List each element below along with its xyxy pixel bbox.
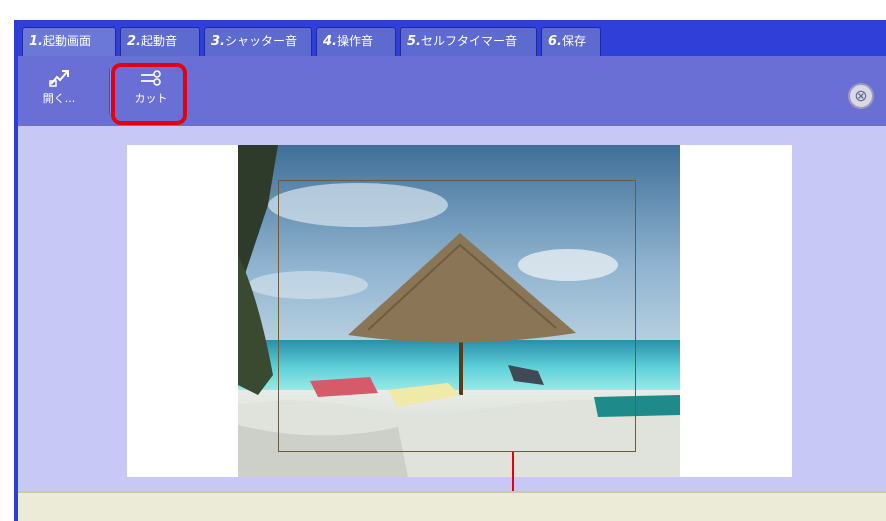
open-label: 開く... [42, 92, 76, 105]
tab-number: 4. [323, 34, 337, 49]
tab-label: 起動音 [140, 34, 177, 48]
tab-operation-sound[interactable]: 4.操作音 [316, 27, 396, 56]
tab-startup-sound[interactable]: 2.起動音 [120, 27, 200, 56]
tab-label: 保存 [561, 34, 586, 48]
tab-startup-screen[interactable]: 1.起動画面 [22, 27, 116, 56]
close-button[interactable]: ⊗ [848, 83, 874, 109]
status-bar [18, 491, 886, 521]
tab-label: 操作音 [336, 34, 373, 48]
tab-number: 1. [29, 34, 43, 49]
crop-frame[interactable] [278, 180, 636, 452]
tab-number: 2. [127, 34, 141, 49]
tab-number: 3. [211, 34, 225, 49]
tab-shutter-sound[interactable]: 3.シャッター音 [204, 27, 312, 56]
tab-self-timer-sound[interactable]: 5.セルフタイマー音 [400, 27, 537, 56]
tab-label: 起動画面 [42, 34, 91, 48]
tab-save[interactable]: 6.保存 [541, 27, 601, 56]
tab-number: 5. [407, 34, 421, 49]
tab-label: セルフタイマー音 [420, 34, 517, 48]
cut-button-highlight [111, 63, 187, 125]
close-icon: ⊗ [854, 86, 868, 105]
tab-number: 6. [548, 34, 562, 49]
open-icon [49, 70, 69, 87]
tab-label: シャッター音 [224, 34, 297, 48]
tab-bar: 1.起動画面 2.起動音 3.シャッター音 4.操作音 5.セルフタイマー音 6… [18, 20, 886, 56]
open-button[interactable]: 開く... [30, 64, 88, 118]
